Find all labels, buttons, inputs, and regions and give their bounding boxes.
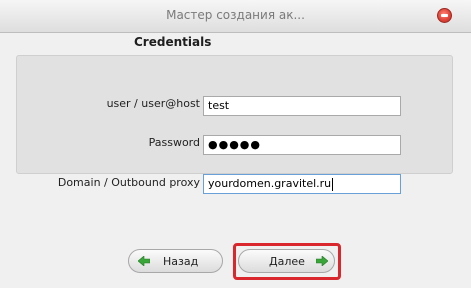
user-label: user / user@host: [106, 97, 200, 110]
password-input[interactable]: ●●●●●: [203, 135, 401, 155]
section-heading: Credentials: [134, 35, 212, 49]
password-input-value: ●●●●●: [208, 138, 261, 151]
text-caret: [332, 177, 334, 191]
title-bar: Мастер создания ак...: [0, 0, 471, 33]
domain-input-value: yourdomen.gravitel.ru: [208, 177, 332, 190]
window-title: Мастер создания ак...: [166, 8, 305, 22]
next-button-highlight: [233, 243, 341, 280]
back-button-label: Назад: [163, 255, 199, 268]
user-input-value: test: [208, 99, 230, 112]
wizard-window: Мастер создания ак... Credentials user /…: [0, 0, 471, 288]
password-label: Password: [148, 136, 200, 149]
back-button[interactable]: Назад: [128, 249, 223, 273]
domain-input[interactable]: yourdomen.gravitel.ru: [203, 174, 401, 194]
close-icon: [441, 14, 448, 17]
arrow-left-icon: [138, 256, 150, 266]
domain-label: Domain / Outbound proxy: [57, 176, 200, 189]
user-input[interactable]: test: [203, 96, 401, 116]
close-button[interactable]: [437, 8, 452, 23]
